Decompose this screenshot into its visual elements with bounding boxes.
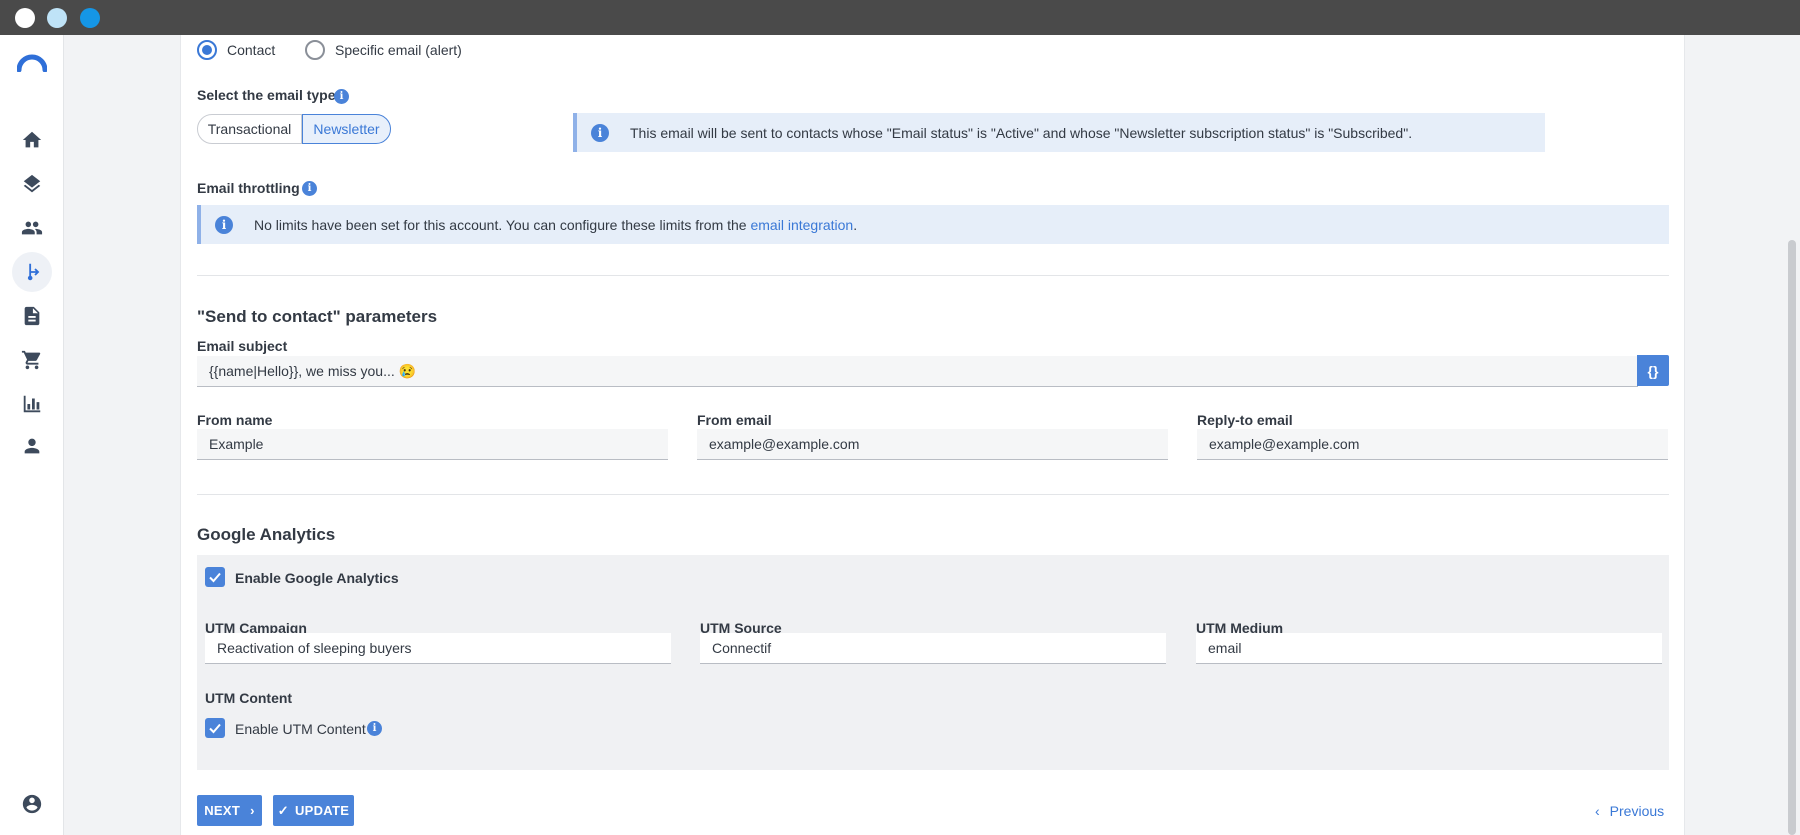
check-icon	[209, 572, 221, 583]
workflow-icon[interactable]	[12, 252, 52, 292]
window-maximize-button[interactable]	[80, 8, 100, 28]
send-params-title: "Send to contact" parameters	[197, 307, 438, 326]
email-type-label: Select the email type	[197, 87, 336, 103]
segment-newsletter[interactable]: Newsletter	[302, 114, 391, 144]
segment-transactional[interactable]: Transactional	[197, 114, 302, 144]
from-email-label: From email	[697, 412, 772, 428]
window-close-button[interactable]	[15, 8, 35, 28]
form-panel: Contact Specific email (alert) Select th…	[180, 35, 1685, 835]
enable-utm-content-checkbox[interactable]	[205, 718, 225, 738]
utm-content-label: UTM Content	[205, 690, 293, 706]
info-icon: i	[215, 215, 233, 234]
check-icon	[209, 723, 221, 734]
window-minimize-button[interactable]	[47, 8, 67, 28]
update-button[interactable]: ✓ UPDATE	[273, 795, 354, 826]
sidebar	[0, 35, 64, 835]
document-icon[interactable]	[12, 296, 52, 336]
radio-specific-email-label[interactable]: Specific email (alert)	[335, 42, 462, 58]
from-name-input[interactable]: Example	[197, 429, 668, 460]
enable-ga-checkbox[interactable]	[205, 567, 225, 587]
throttling-notice-text: No limits have been set for this account…	[254, 216, 858, 233]
main-content: Contact Specific email (alert) Select th…	[64, 35, 1787, 835]
utm-medium-input[interactable]: email	[1196, 633, 1662, 664]
radio-contact-label[interactable]: Contact	[227, 42, 275, 58]
divider	[197, 275, 1669, 276]
throttling-notice: i No limits have been set for this accou…	[197, 205, 1669, 244]
from-email-input[interactable]: example@example.com	[697, 429, 1168, 460]
utm-campaign-input[interactable]: Reactivation of sleeping buyers	[205, 633, 671, 664]
check-icon: ✓	[277, 802, 289, 818]
previous-link[interactable]: ‹ Previous	[1595, 803, 1664, 819]
layers-icon[interactable]	[12, 164, 52, 204]
reply-to-label: Reply-to email	[1197, 412, 1293, 428]
window-titlebar	[0, 0, 1800, 35]
radio-specific-email[interactable]	[305, 40, 325, 60]
email-type-info-icon[interactable]: i	[334, 89, 349, 104]
newsletter-notice: i This email will be sent to contacts wh…	[573, 113, 1545, 152]
user-icon[interactable]	[12, 426, 52, 466]
chevron-right-icon: ›	[250, 803, 255, 818]
insert-variable-button[interactable]: {}	[1637, 355, 1669, 386]
scrollbar-thumb[interactable]	[1788, 240, 1796, 835]
bar-chart-icon[interactable]	[12, 384, 52, 424]
chevron-left-icon: ‹	[1595, 803, 1600, 819]
throttling-label: Email throttling	[197, 180, 300, 196]
email-subject-label: Email subject	[197, 338, 288, 354]
account-circle-icon[interactable]	[12, 784, 52, 824]
reply-to-input[interactable]: example@example.com	[1197, 429, 1668, 460]
cart-icon[interactable]	[12, 340, 52, 380]
from-name-label: From name	[197, 412, 273, 428]
newsletter-notice-text: This email will be sent to contacts whos…	[630, 124, 1413, 141]
divider	[197, 494, 1669, 495]
next-button[interactable]: NEXT ›	[197, 795, 262, 826]
radio-contact[interactable]	[197, 40, 217, 60]
ga-title: Google Analytics	[197, 525, 336, 544]
app-logo[interactable]	[17, 54, 47, 72]
home-icon[interactable]	[12, 120, 52, 160]
email-integration-link[interactable]: email integration	[750, 217, 853, 233]
contacts-icon[interactable]	[12, 208, 52, 248]
email-subject-input[interactable]: {{name|Hello}}, we miss you... 😢	[197, 356, 1638, 387]
enable-utm-content-label[interactable]: Enable UTM Content	[235, 721, 366, 737]
utm-content-info-icon[interactable]: i	[367, 721, 382, 736]
throttling-info-icon[interactable]: i	[302, 181, 317, 196]
info-icon: i	[591, 123, 609, 142]
enable-ga-label[interactable]: Enable Google Analytics	[235, 570, 399, 586]
utm-source-input[interactable]: Connectif	[700, 633, 1166, 664]
